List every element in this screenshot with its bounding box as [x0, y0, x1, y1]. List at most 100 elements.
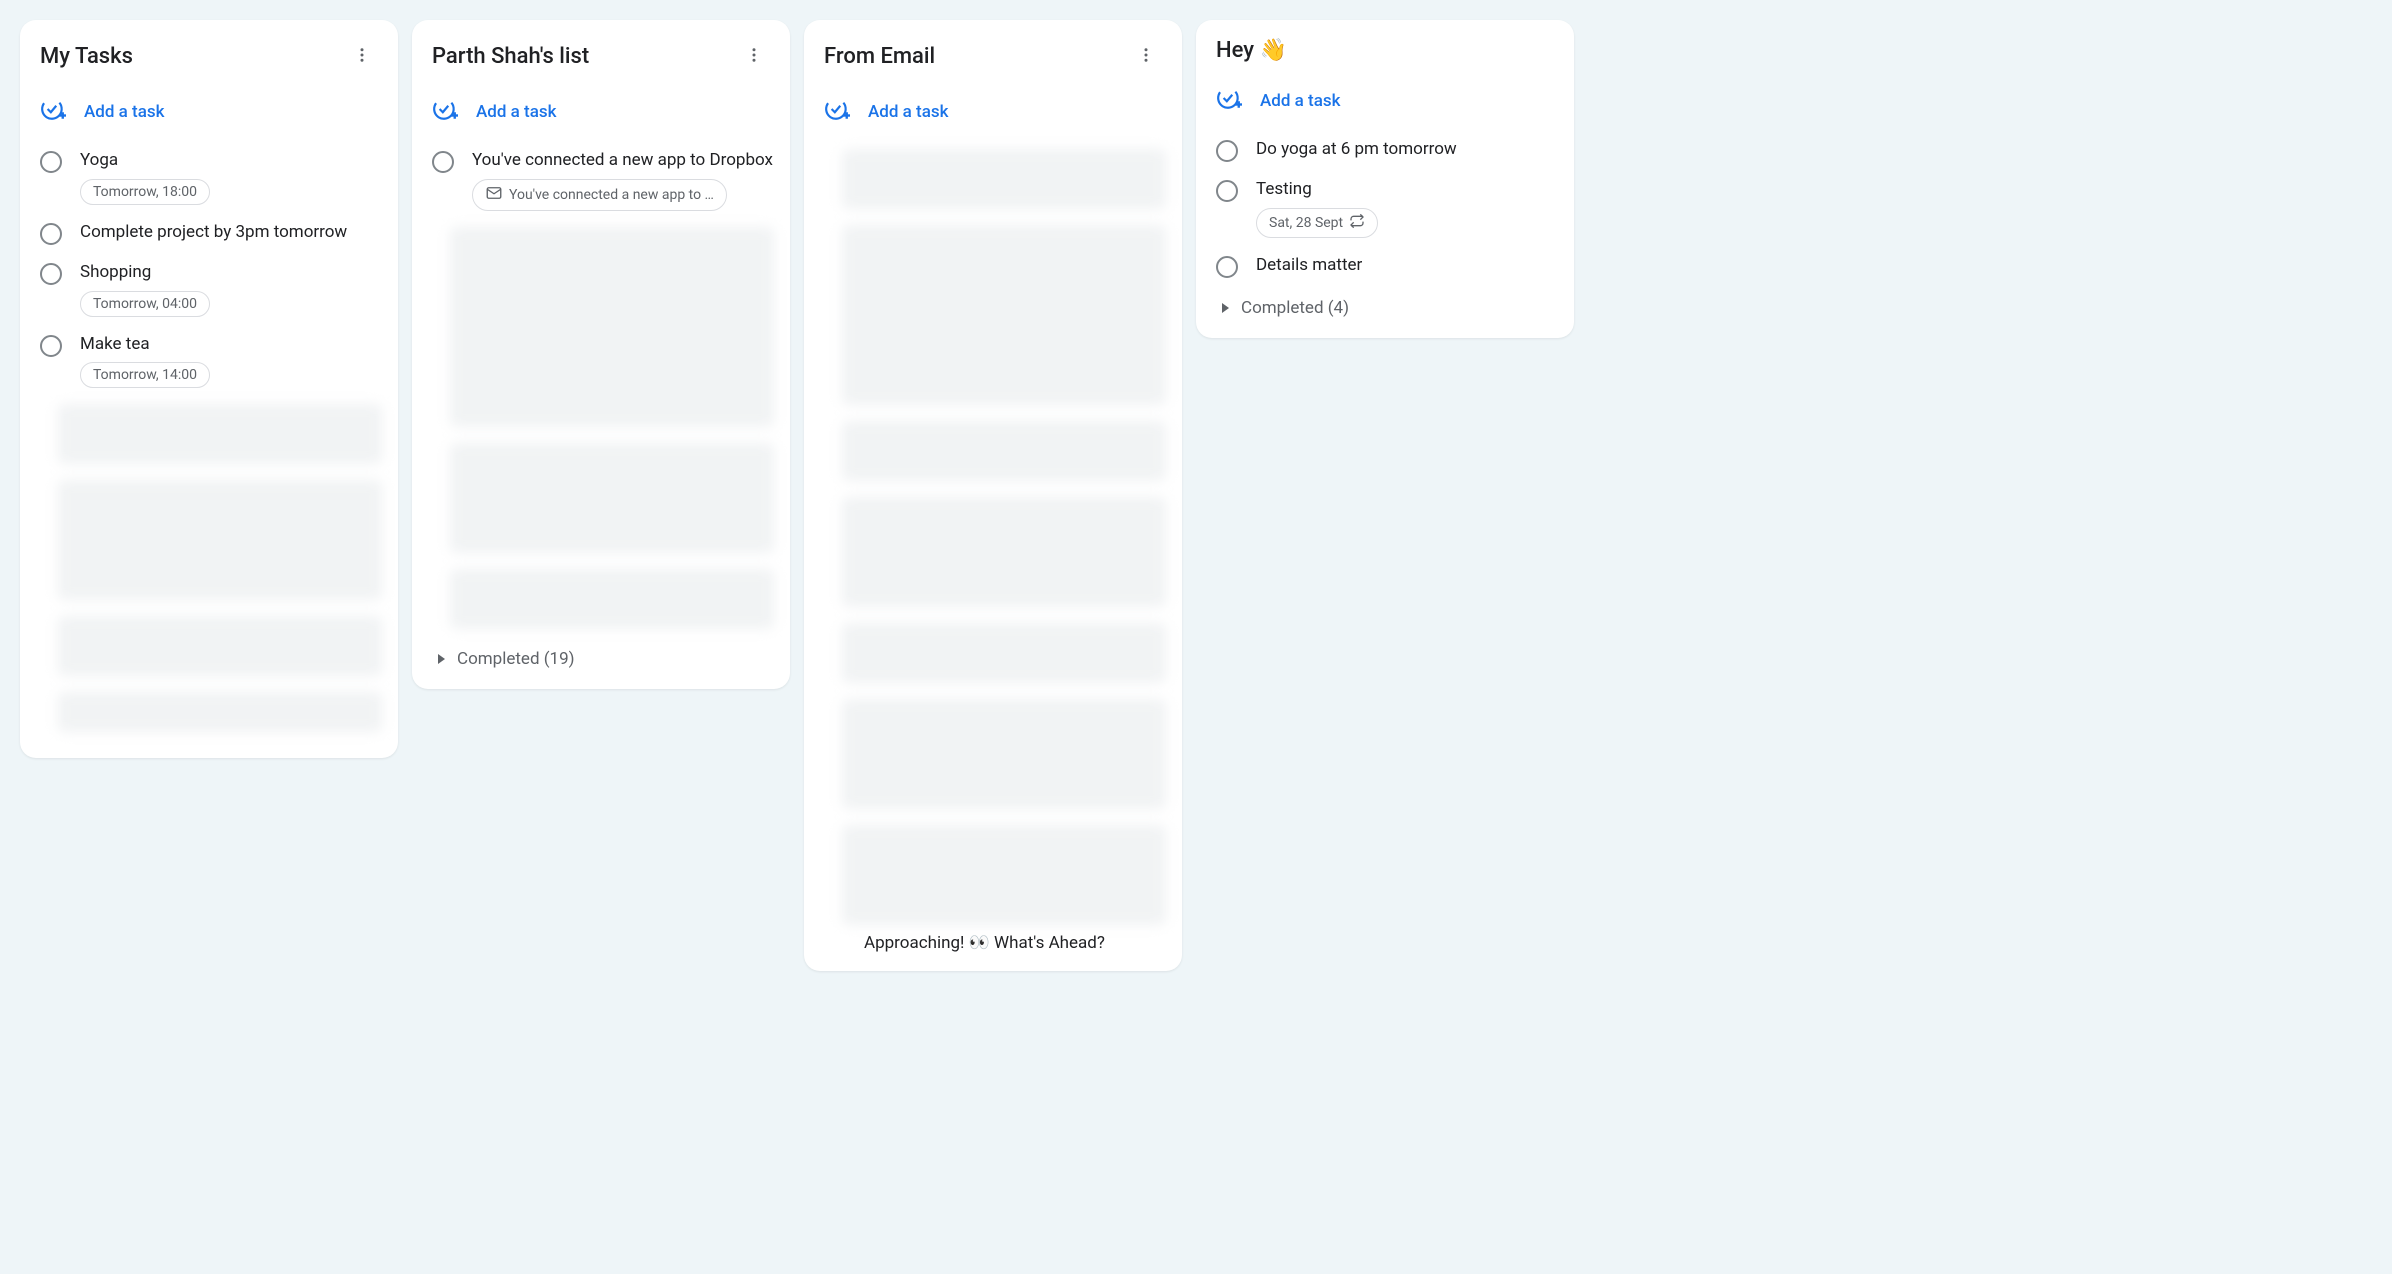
task-complete-checkbox[interactable]	[432, 151, 454, 173]
task-item[interactable]	[822, 615, 1168, 691]
task-list: Hey 👋 Add a task Do yoga at 6 pm tomorrow T…	[1196, 20, 1574, 338]
task-list: My Tasks Add a task Yoga Tomorrow, 18:00 Com…	[20, 20, 398, 758]
task-email-text: You've connected a new app to …	[509, 187, 714, 203]
task-content: Complete project by 3pm tomorrow	[80, 221, 382, 245]
task-item[interactable]: Details matter	[1214, 246, 1560, 286]
task-content: Shopping Tomorrow, 04:00	[80, 261, 382, 317]
task-complete-checkbox[interactable]	[40, 263, 62, 285]
chevron-right-icon	[1222, 303, 1229, 313]
task-item[interactable]	[822, 141, 1168, 217]
add-task-button[interactable]: Add a task	[38, 88, 384, 141]
redacted-content	[450, 227, 774, 427]
task-date-text: Sat, 28 Sept	[1269, 215, 1343, 231]
task-list: Parth Shah's listAdd a taskYou've connec…	[412, 20, 790, 689]
task-item[interactable]: Shopping Tomorrow, 04:00	[38, 253, 384, 325]
add-task-button[interactable]: Add a task	[1214, 77, 1560, 130]
add-task-button[interactable]: Add a task	[822, 88, 1168, 141]
task-item[interactable]	[430, 561, 776, 637]
task-item[interactable]	[822, 413, 1168, 489]
add-task-label: Add a task	[476, 102, 556, 122]
task-item[interactable]	[822, 489, 1168, 615]
task-complete-checkbox[interactable]	[40, 223, 62, 245]
task-title: Complete project by 3pm tomorrow	[80, 221, 382, 245]
list-header: Hey 👋	[1214, 38, 1560, 63]
task-item[interactable]	[38, 396, 384, 472]
redacted-content	[450, 569, 774, 629]
redacted-content	[842, 699, 1166, 809]
task-item[interactable]	[430, 219, 776, 435]
task-complete-checkbox[interactable]	[40, 151, 62, 173]
task-date-chip[interactable]: Tomorrow, 18:00	[80, 179, 210, 205]
task-item[interactable]	[822, 217, 1168, 413]
task-date-chip[interactable]: Tomorrow, 04:00	[80, 291, 210, 317]
task-email-chip[interactable]: You've connected a new app to …	[472, 179, 727, 211]
more-vert-icon	[1137, 46, 1155, 67]
task-content: Do yoga at 6 pm tomorrow	[1256, 138, 1558, 162]
task-complete-checkbox[interactable]	[40, 335, 62, 357]
task-list: From Email Add a task Approaching! 👀 What'…	[804, 20, 1182, 971]
task-content: Make tea Tomorrow, 14:00	[80, 333, 382, 389]
more-options-button[interactable]	[736, 38, 772, 74]
task-date-chip[interactable]: Tomorrow, 14:00	[80, 362, 210, 388]
task-item[interactable]: Do yoga at 6 pm tomorrow	[1214, 130, 1560, 170]
redacted-content	[842, 497, 1166, 607]
redacted-content	[58, 616, 382, 676]
list-header: My Tasks	[38, 38, 384, 74]
add-task-icon	[432, 96, 458, 127]
task-item[interactable]: Testing Sat, 28 Sept	[1214, 170, 1560, 246]
repeat-icon	[1349, 213, 1365, 233]
task-content: Yoga Tomorrow, 18:00	[80, 149, 382, 205]
more-vert-icon	[353, 46, 371, 67]
completed-toggle[interactable]: Completed (4)	[1214, 286, 1560, 320]
completed-label: Completed (4)	[1241, 298, 1349, 318]
redacted-content	[842, 225, 1166, 405]
chevron-right-icon	[438, 654, 445, 664]
list-title: Hey 👋	[1216, 38, 1287, 63]
task-item[interactable]: Complete project by 3pm tomorrow	[38, 213, 384, 253]
add-task-label: Add a task	[1260, 91, 1340, 111]
task-content: Testing Sat, 28 Sept	[1256, 178, 1558, 238]
task-title: Yoga	[80, 149, 382, 173]
task-item[interactable]	[38, 684, 384, 740]
mail-icon	[485, 184, 503, 206]
add-task-icon	[824, 96, 850, 127]
add-task-button[interactable]: Add a task	[430, 88, 776, 141]
task-item[interactable]	[430, 435, 776, 561]
more-options-button[interactable]	[1128, 38, 1164, 74]
list-header: From Email	[822, 38, 1168, 74]
completed-label: Completed (19)	[457, 649, 575, 669]
task-content: You've connected a new app to Dropbox You…	[472, 149, 774, 211]
redacted-content	[842, 149, 1166, 209]
task-item[interactable]: Make tea Tomorrow, 14:00	[38, 325, 384, 397]
task-title: Make tea	[80, 333, 382, 357]
task-item[interactable]	[38, 472, 384, 608]
task-item[interactable]	[822, 691, 1168, 817]
task-date-text: Tomorrow, 04:00	[93, 296, 197, 312]
redacted-content	[58, 404, 382, 464]
redacted-content	[842, 421, 1166, 481]
task-title: Shopping	[80, 261, 382, 285]
task-item[interactable]: Yoga Tomorrow, 18:00	[38, 141, 384, 213]
add-task-icon	[1216, 85, 1242, 116]
list-title: From Email	[824, 44, 935, 69]
task-title: Testing	[1256, 178, 1558, 202]
task-item[interactable]: You've connected a new app to Dropbox You…	[430, 141, 776, 219]
task-complete-checkbox[interactable]	[1216, 256, 1238, 278]
task-complete-checkbox[interactable]	[1216, 180, 1238, 202]
task-complete-checkbox[interactable]	[1216, 140, 1238, 162]
add-task-label: Add a task	[868, 102, 948, 122]
task-date-text: Tomorrow, 18:00	[93, 184, 197, 200]
task-title: You've connected a new app to Dropbox	[472, 149, 774, 173]
completed-toggle[interactable]: Completed (19)	[430, 637, 776, 671]
task-item[interactable]	[822, 817, 1168, 933]
more-options-button[interactable]	[344, 38, 380, 74]
task-content: Details matter	[1256, 254, 1558, 278]
more-vert-icon	[745, 46, 763, 67]
redacted-content	[842, 623, 1166, 683]
task-date-text: Tomorrow, 14:00	[93, 367, 197, 383]
add-task-icon	[40, 96, 66, 127]
redacted-content	[58, 692, 382, 732]
task-title: Approaching! 👀 What's Ahead?	[822, 933, 1168, 953]
task-date-chip[interactable]: Sat, 28 Sept	[1256, 208, 1378, 238]
task-item[interactable]	[38, 608, 384, 684]
